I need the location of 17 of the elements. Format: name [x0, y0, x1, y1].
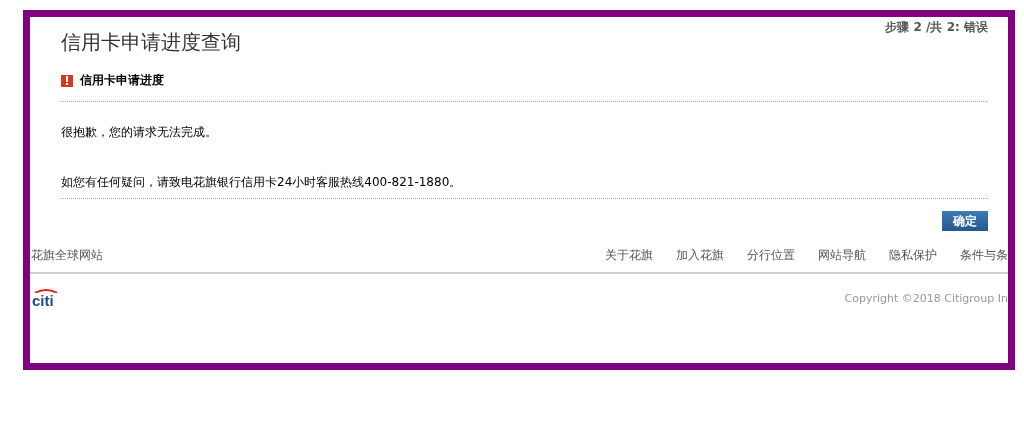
step-indicator: 步骤 2 /共 2: 错误 [885, 19, 988, 36]
footer-link[interactable]: 分行位置 [747, 247, 795, 264]
footer-link[interactable]: 加入花旗 [676, 247, 724, 264]
footer-link[interactable]: 花旗全球网站 [31, 247, 103, 264]
footer-link[interactable]: 条件与条 [960, 247, 1008, 264]
copyright-text: Copyright ©2018 Citigroup In [844, 291, 1008, 305]
warning-icon [61, 74, 73, 87]
footer-link[interactable]: 隐私保护 [889, 247, 937, 264]
section-title: 信用卡申请进度 [80, 72, 164, 89]
message-text: 如您有任何疑问，请致电花旗银行信用卡24小时客服热线400-821-1880。 [61, 174, 463, 191]
logo: citi [32, 293, 54, 308]
message-text: 很抱歉，您的请求无法完成。 [61, 124, 218, 141]
confirm-button[interactable]: 确定 [942, 211, 988, 231]
page-title: 信用卡申请进度查询 [61, 29, 241, 56]
footer-link[interactable]: 网站导航 [818, 247, 866, 264]
footer-link[interactable]: 关于花旗 [605, 247, 653, 264]
arc-icon [34, 288, 58, 293]
